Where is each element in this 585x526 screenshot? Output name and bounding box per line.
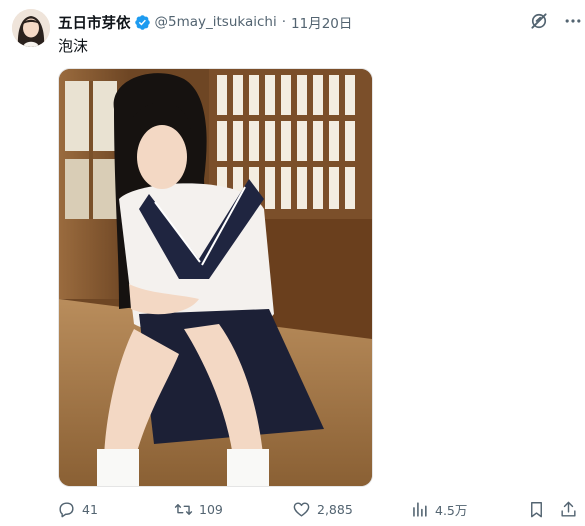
display-name[interactable]: 五日市芽依 [58,12,131,33]
action-bar: 41 109 2,885 4.5万 [0,498,585,520]
reply-icon [59,501,74,517]
post-date[interactable]: 11月20日 [291,12,352,32]
post-text: 泡沫 [58,37,89,55]
reply-button[interactable]: 41 [57,498,98,520]
repost-count: 109 [199,501,223,517]
share-button[interactable] [559,498,578,520]
grok-icon [531,13,547,29]
repost-button[interactable]: 109 [174,498,223,520]
repost-icon [174,503,193,515]
bookmark-button[interactable] [527,498,546,520]
like-icon [293,501,310,517]
grok-button[interactable] [529,11,549,31]
like-button[interactable]: 2,885 [292,498,353,520]
avatar-image [12,9,50,47]
more-icon [565,19,581,23]
view-count: 4.5万 [435,502,468,518]
post-media-photo[interactable] [58,68,373,487]
avatar[interactable] [12,9,50,47]
separator-dot: · [281,14,287,30]
photo-illustration [59,69,372,486]
views-button[interactable]: 4.5万 [410,498,467,520]
user-handle[interactable]: @5may_itsukaichi [155,14,277,30]
more-options-button[interactable] [563,11,583,31]
bookmark-icon [531,501,542,517]
like-count: 2,885 [317,501,353,517]
share-icon [561,501,576,517]
verified-badge-icon [134,14,150,30]
post-header: 五日市芽依 @5may_itsukaichi · 11月20日 [58,12,352,32]
views-icon [413,501,427,517]
reply-count: 41 [82,501,98,517]
